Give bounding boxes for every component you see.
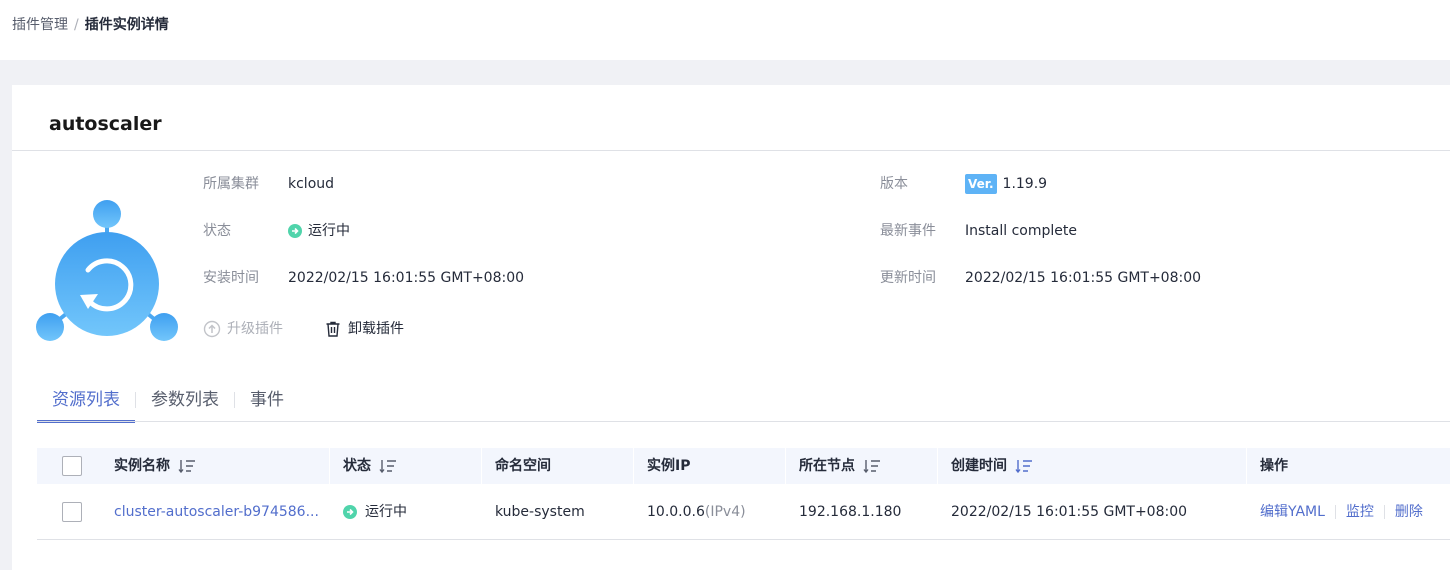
upgrade-addon-button[interactable]: 升级插件 [203, 319, 283, 339]
tabs-underline [37, 421, 1450, 422]
column-divider [481, 448, 482, 484]
cluster-label: 所属集群 [203, 176, 259, 192]
header-instance-name: 实例名称 [114, 456, 196, 476]
instance-node: 192.168.1.180 [799, 503, 902, 520]
cluster-value: kcloud [288, 174, 334, 194]
tab-resource-list[interactable]: 资源列表 [37, 385, 135, 423]
addon-detail-card: autoscaler 所属集群 kcloud 状态 运行中 安装时间 2022/… [12, 85, 1450, 570]
resource-table: 实例名称 状态 命名空间 实例IP 所在节点 创建时间 操作 cluster-a… [37, 448, 1450, 540]
sort-icon[interactable] [178, 459, 196, 473]
delete-link[interactable]: 删除 [1385, 502, 1433, 522]
tab-parameter-list[interactable]: 参数列表 [136, 385, 234, 415]
instance-status: 运行中 [343, 502, 407, 522]
latest-event-label: 最新事件 [880, 223, 936, 239]
header-created-time: 创建时间 [951, 456, 1033, 476]
header-namespace: 命名空间 [495, 458, 551, 474]
status-text: 运行中 [308, 223, 350, 239]
update-time-value: 2022/02/15 16:01:55 GMT+08:00 [965, 268, 1201, 288]
instance-ip-value: 10.0.0.6 [647, 503, 705, 520]
status-value: 运行中 [288, 221, 350, 241]
autoscaler-logo-icon [36, 200, 178, 341]
row-select-cell [62, 501, 82, 522]
select-all-cell [62, 456, 82, 476]
running-status-icon [343, 504, 357, 519]
breadcrumb-current: 插件实例详情 [84, 17, 169, 33]
top-bar: 插件管理 / 插件实例详情 [0, 0, 1450, 60]
instance-status-text: 运行中 [365, 503, 407, 520]
breadcrumb-separator: / [74, 17, 79, 33]
breadcrumb: 插件管理 / 插件实例详情 [12, 15, 169, 35]
sort-active-icon[interactable] [1015, 459, 1033, 473]
addon-title: autoscaler [49, 113, 162, 135]
header-node: 所在节点 [799, 456, 881, 476]
row-checkbox[interactable] [62, 501, 82, 522]
update-time-text: 2022/02/15 16:01:55 GMT+08:00 [965, 270, 1202, 286]
instance-namespace: kube-system [495, 503, 585, 520]
header-instance-name-label: 实例名称 [114, 458, 170, 474]
instance-ip-type: (IPv4) [704, 503, 746, 520]
select-all-checkbox[interactable] [62, 456, 82, 476]
header-status: 状态 [343, 456, 397, 476]
column-divider [785, 448, 786, 484]
edit-yaml-link[interactable]: 编辑YAML [1260, 502, 1335, 522]
title-divider [12, 150, 1450, 151]
table-header: 实例名称 状态 命名空间 实例IP 所在节点 创建时间 操作 [37, 448, 1450, 484]
install-time-label: 安装时间 [203, 270, 259, 286]
upgrade-icon [203, 320, 221, 338]
tab-events[interactable]: 事件 [235, 385, 299, 415]
version-text: 1.19.9 [1002, 176, 1048, 192]
row-operations: 编辑YAML 监控 删除 [1260, 502, 1433, 522]
version-label: 版本 [880, 176, 908, 192]
version-badge: Ver. [965, 174, 997, 194]
instance-name-link[interactable]: cluster-autoscaler-b974586... [114, 502, 319, 522]
column-divider [633, 448, 634, 484]
latest-event-value: Install complete [965, 221, 1077, 241]
column-divider [1246, 448, 1247, 484]
sort-icon[interactable] [863, 459, 881, 473]
detail-tabs: 资源列表 参数列表 事件 [37, 385, 299, 423]
header-status-label: 状态 [343, 458, 371, 474]
table-row: cluster-autoscaler-b974586... 运行中 kube-s… [37, 484, 1450, 540]
cluster-name: kcloud [288, 176, 335, 192]
instance-created-time: 2022/02/15 16:01:55 GMT+08:00 [951, 503, 1188, 520]
instance-ip: 10.0.0.6 (IPv4) [647, 502, 746, 522]
header-instance-ip: 实例IP [647, 458, 691, 474]
latest-event-text: Install complete [965, 223, 1077, 239]
column-divider [937, 448, 938, 484]
upgrade-addon-label: 升级插件 [227, 321, 283, 337]
uninstall-addon-label: 卸载插件 [348, 321, 404, 337]
install-time-text: 2022/02/15 16:01:55 GMT+08:00 [288, 270, 525, 286]
column-divider [329, 448, 330, 484]
version-value: Ver. 1.19.9 [965, 174, 1047, 194]
header-operations: 操作 [1260, 458, 1288, 474]
monitor-link[interactable]: 监控 [1336, 502, 1384, 522]
update-time-label: 更新时间 [880, 270, 936, 286]
sort-icon[interactable] [379, 459, 397, 473]
header-created-time-label: 创建时间 [951, 458, 1007, 474]
install-time-value: 2022/02/15 16:01:55 GMT+08:00 [288, 268, 524, 288]
breadcrumb-addon-management[interactable]: 插件管理 [12, 15, 68, 35]
status-label: 状态 [203, 223, 231, 239]
header-node-label: 所在节点 [799, 458, 855, 474]
trash-icon [326, 321, 340, 337]
running-status-icon [288, 224, 302, 238]
uninstall-addon-button[interactable]: 卸载插件 [324, 319, 404, 339]
